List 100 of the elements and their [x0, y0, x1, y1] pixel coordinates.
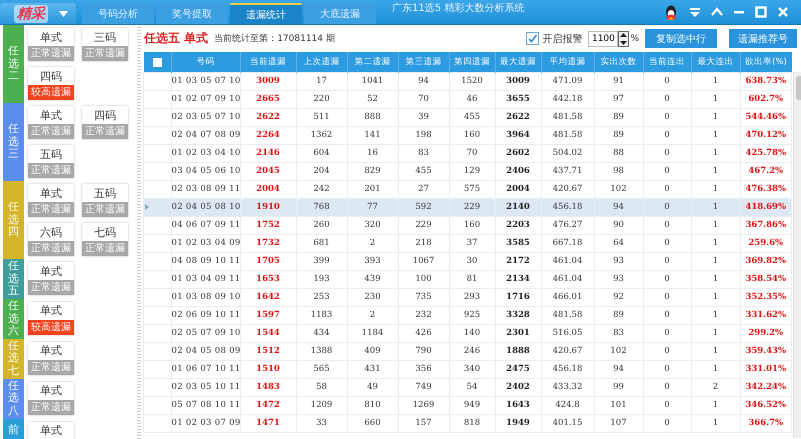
table-cell: 27 [398, 180, 449, 198]
table-cell: 81 [449, 270, 495, 288]
table-cell: 1888 [495, 342, 541, 360]
status-label: 正常遗漏 [28, 124, 74, 139]
table-cell: 1910 [240, 198, 296, 216]
group-label: 任选五 [3, 259, 24, 299]
category-button[interactable]: 单式 [28, 106, 74, 124]
maximize-icon[interactable] [755, 6, 767, 18]
table-row[interactable]: 02 04 07 08 09 2264 1362 141 198 160 3964 481.58 89 0 1 470.12% [144, 126, 792, 144]
table-row[interactable]: 02 03 08 09 11 2004 242 201 27 575 2004 420.67 102 0 1 476.38% [144, 180, 792, 198]
table-row[interactable]: 03 04 05 06 10 2045 204 829 455 129 2406 437.71 98 0 1 467.2% [144, 162, 792, 180]
table-row[interactable]: 01 03 05 07 10 3009 17 1041 94 1520 3009 471.09 91 0 1 638.73% [144, 72, 792, 90]
table-cell: 2004 [495, 180, 541, 198]
table-row[interactable]: 02 04 05 08 09 1512 1388 409 790 246 1888 420.67 102 0 1 359.43% [144, 342, 792, 360]
category-button[interactable]: 单式 [28, 262, 74, 280]
category-button[interactable]: 四码 [28, 67, 74, 85]
category-button[interactable]: 四码 [82, 106, 128, 124]
table-cell: 1544 [240, 324, 296, 342]
table-cell: 366.7% [740, 414, 792, 432]
status-label: 正常遗漏 [28, 280, 74, 295]
table-cell: 1716 [495, 288, 541, 306]
category-button[interactable]: 五码 [28, 145, 74, 163]
category-button[interactable]: 单式 [28, 302, 74, 320]
table-row[interactable]: 02 03 05 10 11 1483 58 49 749 54 2402 433.32 99 0 2 342.24% [144, 378, 792, 396]
table-cell: 456.18 [541, 360, 594, 378]
table-row[interactable]: 01 06 07 10 11 1510 565 431 356 340 2475 456.18 94 0 1 331.01% [144, 360, 792, 378]
collapse-icon[interactable] [711, 6, 723, 18]
category-button[interactable]: 六码 [28, 223, 74, 241]
table-row[interactable]: 04 06 07 09 11 1752 260 320 229 160 2203 476.27 90 0 1 367.86% [144, 216, 792, 234]
category-button[interactable]: 单式 [28, 342, 74, 360]
menu-caret-icon[interactable] [59, 10, 68, 16]
category-button[interactable]: 单式 [28, 422, 74, 439]
table-cell: 70 [398, 90, 449, 108]
table-cell: 92 [594, 288, 643, 306]
table-row[interactable]: 04 08 09 10 11 1705 399 393 1067 30 2172 461.04 93 0 1 369.82% [144, 252, 792, 270]
table-cell: 2475 [495, 360, 541, 378]
table-row[interactable]: 02 05 07 09 10 1544 434 1184 426 140 2301 516.05 83 0 1 299.2% [144, 324, 792, 342]
table-row[interactable]: 01 03 04 09 11 1653 193 439 100 81 2134 461.04 93 0 1 358.54% [144, 270, 792, 288]
table-cell: 470.12% [740, 126, 792, 144]
table-row[interactable]: 05 07 08 10 11 1472 1209 810 1269 949 1643 424.8 101 0 1 346.52% [144, 396, 792, 414]
threshold-field[interactable]: 1100 [588, 30, 618, 46]
table-cell: 1 [691, 288, 740, 306]
table-cell: 16 [347, 144, 398, 162]
table-cell: 2134 [495, 270, 541, 288]
table-row[interactable]: 01 02 03 04 10 2146 604 16 83 70 2602 504.02 88 0 1 425.78% [144, 144, 792, 162]
table-cell: 2140 [495, 198, 541, 216]
table-cell: 0 [643, 162, 691, 180]
table-cell: 2 [347, 306, 398, 324]
group-label: 任选八 [3, 378, 24, 419]
table-cell: 1 [691, 144, 740, 162]
table-cell: 37 [449, 234, 495, 252]
table-cell: 02 03 08 09 11 [171, 180, 240, 198]
table-cell: 201 [347, 180, 398, 198]
table-cell: 3655 [495, 90, 541, 108]
table-row[interactable]: 01 03 08 09 10 1642 253 230 735 293 1716 466.01 92 0 1 352.35% [144, 288, 792, 306]
splitter-handle[interactable] [137, 25, 141, 439]
table-cell: 1 [691, 360, 740, 378]
table-cell: 1209 [296, 396, 347, 414]
table-cell: 0 [643, 90, 691, 108]
table-row[interactable]: 01 02 03 07 09 1471 33 660 157 818 1949 401.15 107 0 1 366.7% [144, 414, 792, 432]
table-cell: 58 [296, 378, 347, 396]
table-cell: 01 02 03 07 09 [171, 414, 240, 432]
table-cell: 89 [594, 126, 643, 144]
table-cell: 89 [594, 306, 643, 324]
table-cell: 575 [449, 180, 495, 198]
table-cell: 456.18 [541, 198, 594, 216]
table-row[interactable]: 02 03 05 07 10 2622 511 888 39 455 2622 481.58 89 0 1 544.46% [144, 108, 792, 126]
table-cell: 2402 [495, 378, 541, 396]
table-cell: 88 [594, 144, 643, 162]
category-button[interactable]: 五码 [82, 184, 128, 202]
penguin-icon[interactable] [663, 4, 679, 20]
select-all-checkbox[interactable] [152, 58, 162, 67]
table-row[interactable]: 02 06 09 10 11 1597 1183 2 232 925 3328 481.58 89 0 1 331.62% [144, 306, 792, 324]
table-cell: 3328 [495, 306, 541, 324]
close-icon[interactable] [777, 6, 789, 18]
table-cell: 2602 [495, 144, 541, 162]
category-button[interactable]: 单式 [28, 184, 74, 202]
table-cell: 888 [347, 108, 398, 126]
table-cell: 3964 [495, 126, 541, 144]
table-cell: 1 [691, 162, 740, 180]
table-cell: 481.58 [541, 306, 594, 324]
alarm-checkbox[interactable] [526, 32, 540, 45]
spinner-arrows-icon[interactable] [618, 30, 630, 46]
table-cell: 2264 [240, 126, 296, 144]
group-label: 任选二 [3, 25, 24, 103]
category-button[interactable]: 七码 [82, 223, 128, 241]
table-cell: 02 06 09 10 11 [171, 306, 240, 324]
table-cell: 2301 [495, 324, 541, 342]
table-cell: 1949 [495, 414, 541, 432]
nav-tab[interactable]: 遗漏统计 [230, 3, 302, 24]
category-button[interactable]: 三码 [82, 28, 128, 46]
status-label: 正常遗漏 [28, 241, 74, 256]
category-button[interactable]: 单式 [28, 382, 74, 400]
scrollbar-thumb[interactable] [796, 76, 801, 100]
table-row[interactable]: 02 04 05 08 10 1910 768 77 592 229 2140 456.18 94 0 1 418.69% [144, 198, 792, 216]
table-row[interactable]: 01 02 03 04 09 1732 681 2 218 37 3585 667.18 64 0 1 259.6% [144, 234, 792, 252]
table-row[interactable]: 01 02 07 09 10 2665 220 52 70 46 3655 442.18 97 0 1 602.7% [144, 90, 792, 108]
category-button[interactable]: 单式 [28, 28, 74, 46]
dropdown-icon[interactable] [689, 6, 701, 18]
table-cell: 0 [643, 378, 691, 396]
